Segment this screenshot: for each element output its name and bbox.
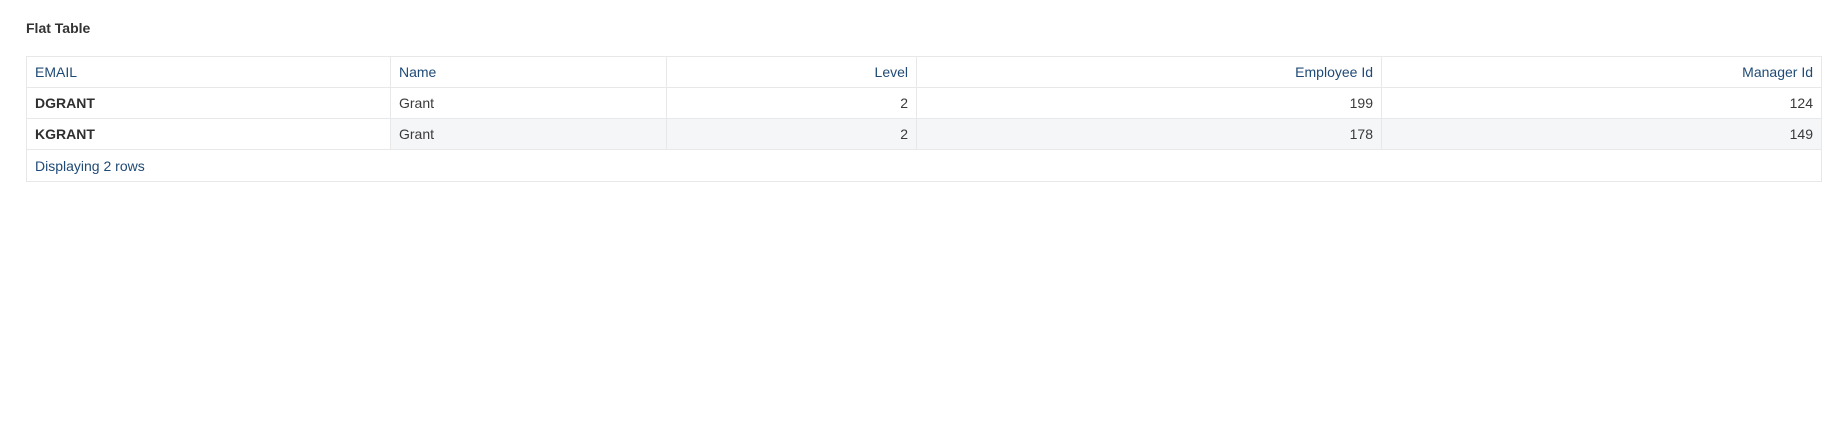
cell-email: DGRANT bbox=[27, 88, 391, 118]
table-row: KGRANT Grant 2 178 149 bbox=[27, 119, 1821, 150]
cell-level: 2 bbox=[667, 88, 917, 118]
cell-level: 2 bbox=[667, 119, 917, 149]
flat-table: EMAIL Name Level Employee Id Manager Id … bbox=[26, 56, 1822, 182]
column-header-manager-id[interactable]: Manager Id bbox=[1382, 57, 1821, 87]
cell-name: Grant bbox=[391, 88, 667, 118]
page-title: Flat Table bbox=[26, 20, 91, 36]
cell-manager-id: 149 bbox=[1382, 119, 1821, 149]
column-header-employee-id[interactable]: Employee Id bbox=[917, 57, 1382, 87]
table-header-row: EMAIL Name Level Employee Id Manager Id bbox=[27, 57, 1821, 88]
cell-name: Grant bbox=[391, 119, 667, 149]
cell-employee-id: 199 bbox=[917, 88, 1382, 118]
table-row: DGRANT Grant 2 199 124 bbox=[27, 88, 1821, 119]
cell-employee-id: 178 bbox=[917, 119, 1382, 149]
column-header-email[interactable]: EMAIL bbox=[27, 57, 391, 87]
table-footer-row-count: Displaying 2 rows bbox=[35, 157, 145, 174]
cell-email: KGRANT bbox=[27, 119, 391, 149]
cell-manager-id: 124 bbox=[1789, 95, 1813, 111]
page: Flat Table EMAIL Name Level Employee Id … bbox=[0, 0, 1838, 435]
column-header-name[interactable]: Name bbox=[391, 57, 667, 87]
column-header-level[interactable]: Level bbox=[667, 57, 917, 87]
